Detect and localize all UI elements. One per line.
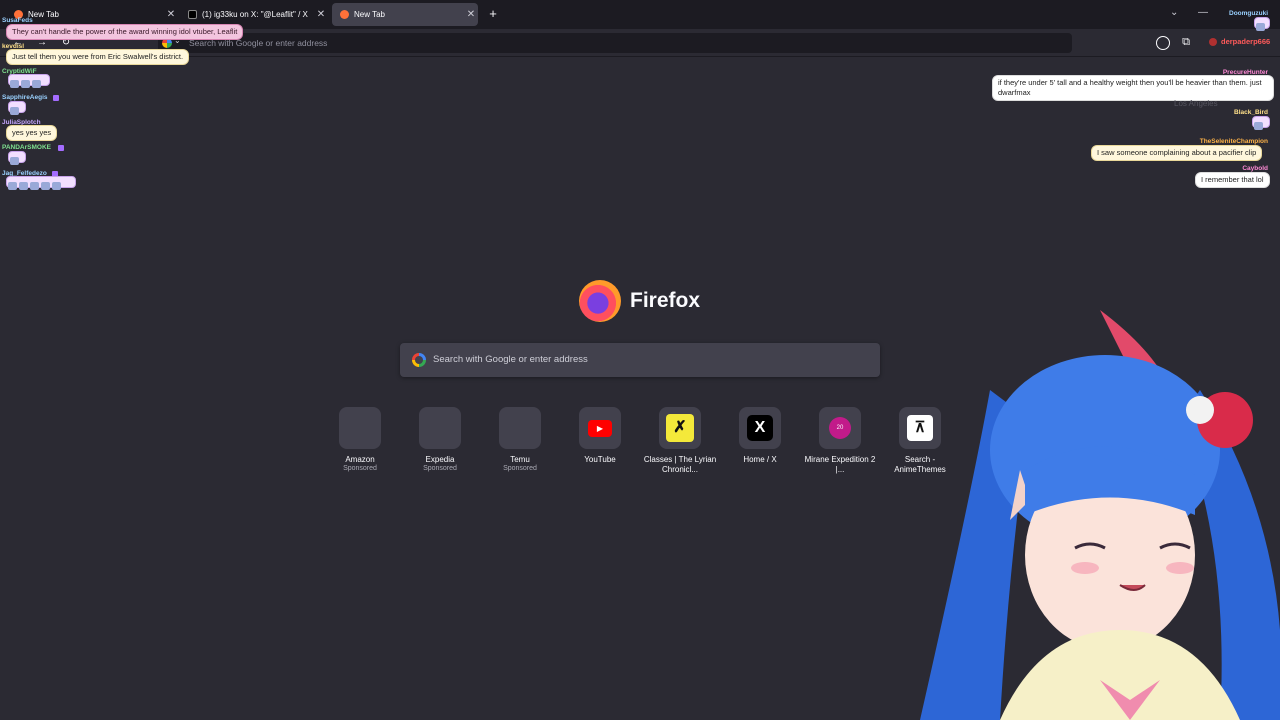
- shortcut-label: Home / X: [743, 455, 777, 464]
- x-icon: X: [747, 415, 773, 441]
- sponsored-label: Sponsored: [503, 465, 537, 472]
- firefox-logo-icon: [579, 280, 621, 322]
- tab-title: New Tab: [28, 10, 59, 19]
- x-icon: [188, 10, 197, 19]
- close-icon[interactable]: ✕: [164, 9, 178, 20]
- tab-title: New Tab: [354, 10, 385, 19]
- url-bar[interactable]: ⌄ Search with Google or enter address: [158, 33, 1072, 53]
- overlay-username: derpaderp666: [1221, 37, 1271, 46]
- sponsored-label: Sponsored: [343, 465, 377, 472]
- google-icon: [412, 353, 426, 367]
- shortcut-label: Temu: [510, 455, 530, 464]
- new-tab-button[interactable]: +: [485, 6, 501, 22]
- firefox-icon: [340, 10, 349, 19]
- extensions-icon[interactable]: ⧉: [1180, 36, 1192, 48]
- chat-username: TheSeleniteChampion: [1199, 138, 1268, 145]
- shortcut-home-x[interactable]: X Home / X: [720, 407, 800, 465]
- emote-row: [1254, 17, 1270, 31]
- blank-icon: [419, 407, 461, 449]
- minimize-icon[interactable]: —: [1198, 7, 1208, 18]
- brand-name: Firefox: [630, 289, 701, 312]
- sponsored-label: Sponsored: [423, 465, 457, 472]
- chat-message: yes yes yes: [6, 125, 58, 141]
- shortcut-label: Amazon: [345, 455, 375, 464]
- shortcut-amazon[interactable]: Amazon Sponsored: [320, 407, 400, 472]
- chat-username: Caybold: [1242, 165, 1268, 172]
- shortcut-expedia[interactable]: Expedia Sponsored: [400, 407, 480, 472]
- background-city-label: Los Angeles: [1174, 99, 1218, 108]
- shortcut-lyrian-chronicles[interactable]: ✗ Classes | The Lyrian Chronicl...: [640, 407, 720, 475]
- emote-row: [6, 176, 76, 190]
- shortcut-mirane-expedition[interactable]: 20 Mirane Expedition 2 |...: [800, 407, 880, 475]
- shortcut-label: Classes | The Lyrian Chronicl...: [643, 455, 717, 474]
- emote-row: [8, 101, 26, 115]
- close-icon[interactable]: ✕: [464, 9, 478, 20]
- chat-username: PANDArSMOKE: [2, 144, 51, 151]
- shortcut-label: Mirane Expedition 2 |...: [804, 455, 876, 474]
- search-placeholder: Search with Google or enter address: [433, 354, 588, 365]
- chat-message: if they're under 5' tall and a healthy w…: [992, 75, 1274, 101]
- blank-icon: [499, 407, 541, 449]
- lyrian-icon: ✗: [666, 414, 694, 442]
- chat-message: I remember that lol: [1195, 172, 1270, 188]
- tab-new-tab-active[interactable]: New Tab ✕: [332, 3, 478, 26]
- youtube-icon: ▶: [588, 419, 612, 437]
- emote-row: [8, 74, 50, 88]
- shortcut-youtube[interactable]: ▶ YouTube: [560, 407, 640, 465]
- close-icon[interactable]: ✕: [314, 9, 328, 20]
- chat-message: I saw someone complaining about a pacifi…: [1091, 145, 1263, 161]
- avatar-blush: [1166, 562, 1194, 574]
- shortcut-temu[interactable]: Temu Sponsored: [480, 407, 560, 472]
- blank-icon: [339, 407, 381, 449]
- sub-badge-icon: [53, 95, 59, 101]
- list-all-tabs-icon[interactable]: ⌄: [1170, 7, 1178, 18]
- chat-username: Doomguzuki: [1229, 10, 1268, 17]
- newtab-search-input[interactable]: Search with Google or enter address: [400, 343, 880, 377]
- emote-row: [8, 151, 26, 165]
- chat-username: SapphireAegis: [2, 94, 48, 101]
- mirane-icon: 20: [829, 417, 851, 439]
- avatar-blush: [1071, 562, 1099, 574]
- tab-x-post[interactable]: (1) ig33ku on X: "@Leaflit" / X ✕: [180, 3, 328, 26]
- sub-badge-icon: [58, 145, 64, 151]
- tab-title: (1) ig33ku on X: "@Leaflit" / X: [202, 10, 308, 19]
- emote-row: [1252, 116, 1270, 130]
- chat-username: Black_Bird: [1234, 109, 1268, 116]
- chat-message: Just tell them you were from Eric Swalwe…: [6, 49, 190, 65]
- account-icon[interactable]: [1156, 36, 1170, 50]
- user-badge-icon: [1209, 38, 1217, 46]
- firefox-brand: Firefox: [579, 280, 700, 322]
- chat-message: They can't handle the power of the award…: [6, 24, 244, 40]
- shortcut-label: Expedia: [425, 455, 455, 464]
- vtuber-avatar: [920, 310, 1280, 720]
- chat-username: SusaFeds: [2, 17, 33, 24]
- shortcut-label: YouTube: [584, 455, 616, 464]
- screen: New Tab ✕ (1) ig33ku on X: "@Leaflit" / …: [0, 0, 1280, 720]
- avatar-flower: [1186, 396, 1214, 424]
